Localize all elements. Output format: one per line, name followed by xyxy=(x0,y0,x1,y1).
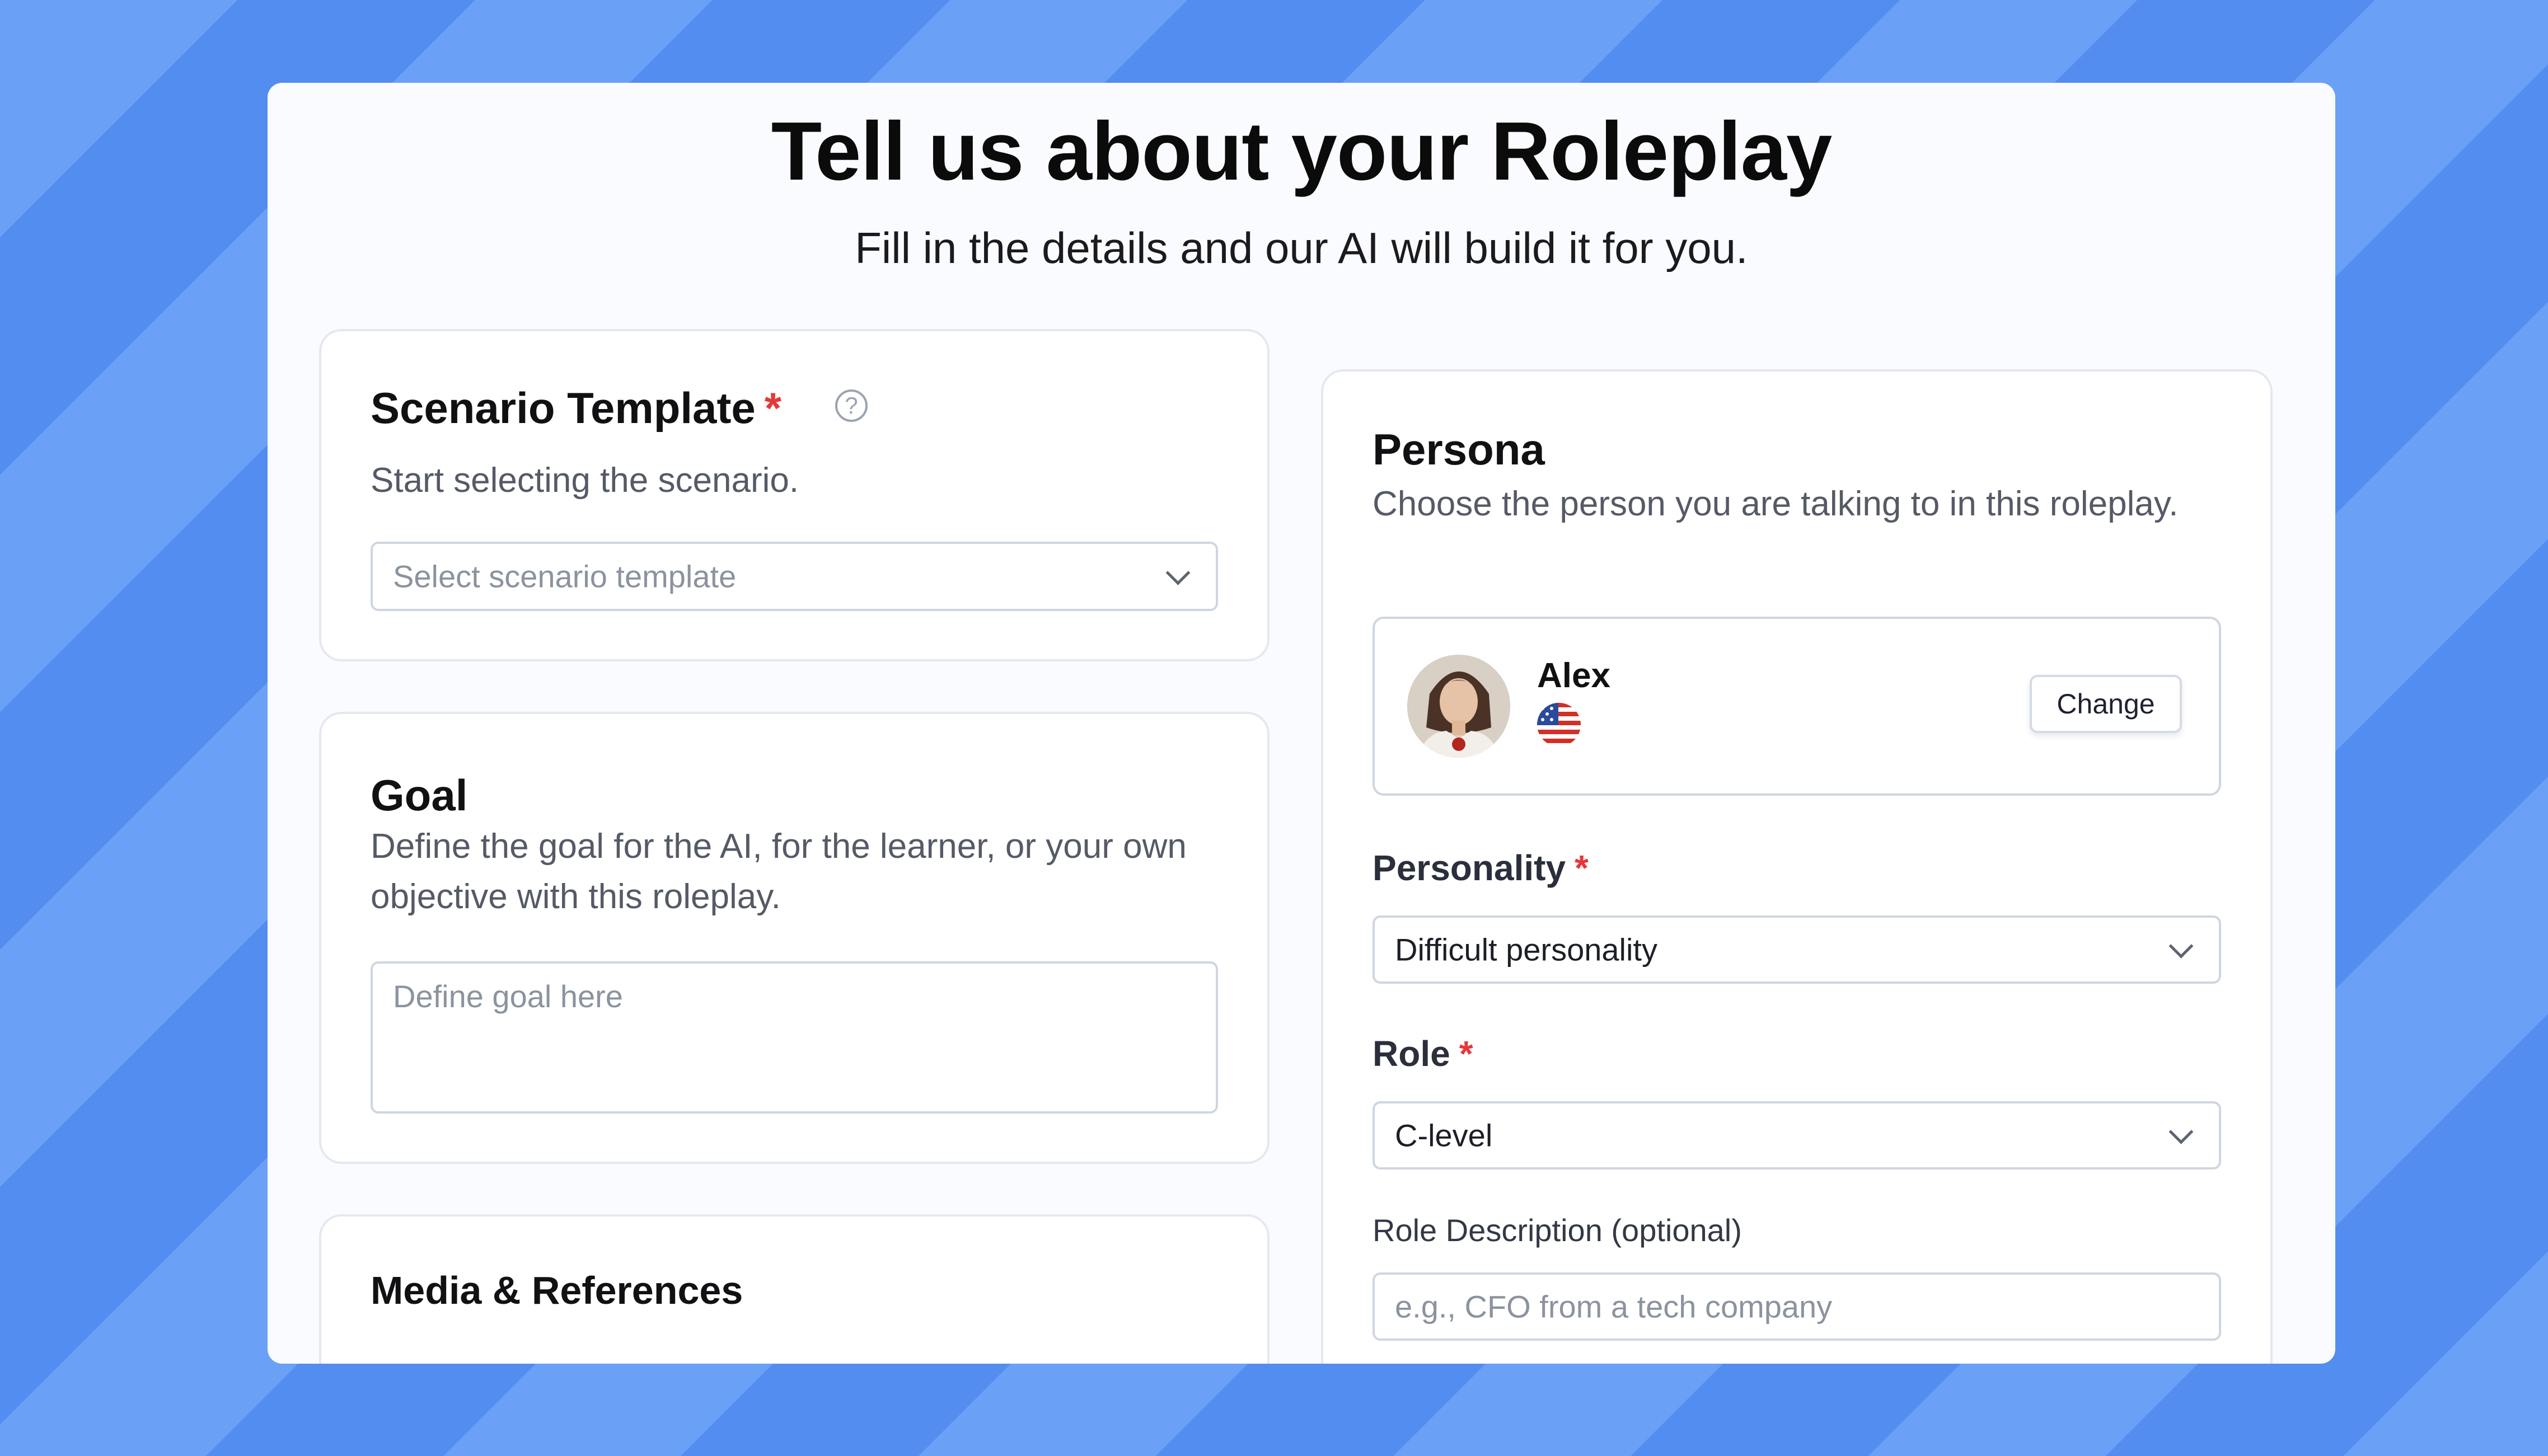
role-description-placeholder: e.g., CFO from a tech company xyxy=(1395,1289,1833,1325)
persona-card: Persona Choose the person you are talkin… xyxy=(1321,369,2273,1364)
personality-value: Difficult personality xyxy=(1395,932,1657,967)
goal-placeholder: Define goal here xyxy=(393,979,623,1014)
required-marker: * xyxy=(764,383,782,433)
scenario-template-select[interactable]: Select scenario template xyxy=(371,542,1218,611)
chevron-down-icon xyxy=(2168,1119,2194,1144)
roleplay-setup-panel: Tell us about your Roleplay Fill in the … xyxy=(268,83,2335,1364)
scenario-template-title: Scenario Template * xyxy=(371,383,781,434)
media-references-title: Media & References xyxy=(371,1269,743,1312)
role-description-label: Role Description (optional) xyxy=(1373,1213,1742,1248)
personality-select[interactable]: Difficult personality xyxy=(1373,915,2221,984)
personality-label-text: Personality xyxy=(1373,848,1566,888)
question-circle-icon[interactable]: ? xyxy=(835,389,868,422)
personality-label: Personality * xyxy=(1373,847,1589,889)
change-persona-button[interactable]: Change xyxy=(2030,675,2182,733)
goal-card: Goal Define the goal for the AI, for the… xyxy=(319,712,1270,1164)
selected-persona: Alex Change xyxy=(1373,617,2221,796)
goal-title: Goal xyxy=(371,771,468,820)
scenario-template-placeholder: Select scenario template xyxy=(393,558,737,594)
persona-title: Persona xyxy=(1373,425,1545,474)
role-value: C-level xyxy=(1395,1117,1493,1153)
goal-textarea[interactable]: Define goal here xyxy=(371,961,1218,1114)
required-marker: * xyxy=(1575,848,1589,888)
media-references-card: Media & References xyxy=(319,1214,1270,1364)
page-subtitle: Fill in the details and our AI will buil… xyxy=(855,223,1748,273)
page-title: Tell us about your Roleplay xyxy=(771,105,1833,198)
goal-description: Define the goal for the AI, for the lear… xyxy=(371,827,1187,916)
required-marker: * xyxy=(1459,1034,1473,1074)
persona-avatar xyxy=(1407,655,1510,758)
chevron-down-icon xyxy=(2168,933,2194,959)
scenario-template-title-text: Scenario Template xyxy=(371,383,756,433)
role-select[interactable]: C-level xyxy=(1373,1101,2221,1170)
persona-description: Choose the person you are talking to in … xyxy=(1373,485,2179,523)
scenario-template-card: Scenario Template * ? Start selecting the… xyxy=(319,329,1270,661)
persona-name: Alex xyxy=(1537,656,1610,695)
role-label: Role * xyxy=(1373,1033,1473,1074)
role-description-input[interactable]: e.g., CFO from a tech company xyxy=(1373,1272,2221,1341)
us-flag-icon xyxy=(1537,703,1581,746)
scenario-template-description: Start selecting the scenario. xyxy=(371,461,799,500)
chevron-down-icon xyxy=(1165,560,1191,585)
role-label-text: Role xyxy=(1373,1034,1450,1074)
